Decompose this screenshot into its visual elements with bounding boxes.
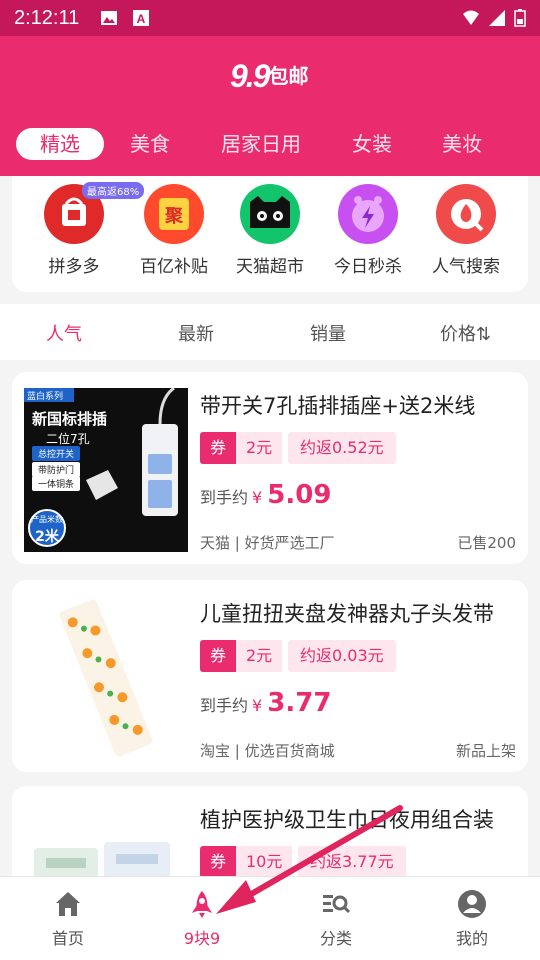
product-title: 带开关7孔插排插座+送2米线 [200, 394, 476, 418]
coupon-value: 2元 [236, 432, 283, 464]
logo-text: 包邮 [268, 66, 309, 88]
product-image-hair-band [24, 596, 188, 760]
price-value: 3.77 [267, 688, 332, 718]
tab-featured[interactable]: 精选 [16, 128, 104, 160]
nav-label: 9块9 [183, 929, 221, 948]
sort-bar: 人气 最新 销量 价格⇅ [0, 304, 540, 360]
thumb-feature: 带防护门 [32, 462, 81, 477]
price: 到手约 ¥ 5.09 [200, 480, 331, 510]
sold-count: 已售200 [457, 534, 516, 552]
currency-symbol: ¥ [252, 696, 263, 715]
status-time: 2:12:11 [14, 7, 80, 29]
tab-food[interactable]: 美食 [120, 128, 180, 160]
coupon-label: 券 [200, 432, 236, 464]
text-notification-icon: A [133, 10, 149, 26]
coupon-tag: 券 10元 [200, 846, 293, 878]
thumb-feature: 一体铜条 [32, 476, 81, 491]
price: 到手约 ¥ 3.77 [200, 688, 331, 718]
price-label: 到手约 [200, 488, 249, 507]
quick-label: 拼多多 [48, 257, 100, 277]
shop-info: 淘宝 | 优选百货商城 [200, 742, 335, 760]
nav-label: 分类 [319, 929, 352, 948]
nav-label: 我的 [455, 929, 488, 948]
tab-household[interactable]: 居家日用 [214, 128, 308, 160]
subsidy-icon: 聚 [144, 184, 204, 244]
thumb-length-value: 2米 [35, 529, 59, 545]
price-label: 到手约 [200, 696, 249, 715]
quick-label: 今日秒杀 [334, 257, 402, 277]
thumb-subtitle: 二位7孔 [46, 432, 90, 446]
thumb-feature: 总控开关 [32, 446, 81, 461]
new-arrival-tag: 新品上架 [455, 742, 516, 760]
svg-text:A: A [137, 12, 146, 26]
sort-price[interactable]: 价格⇅ [440, 320, 491, 346]
coupon-tag: 券 2元 [200, 432, 283, 464]
quick-hot-search[interactable]: 人气搜索 [416, 184, 516, 277]
signal-icon [489, 10, 505, 26]
coupon-label: 券 [200, 640, 236, 672]
currency-symbol: ¥ [252, 488, 263, 507]
rebate-tag: 约返0.52元 [288, 432, 396, 464]
shop-info: 天猫 | 好货严选工厂 [200, 534, 335, 552]
thumb-length-label: 产品米数 [31, 515, 63, 524]
nav-nine-nine[interactable]: 9块9 [152, 889, 252, 949]
quick-tmall[interactable]: 天猫超市 [220, 184, 320, 277]
sort-newest[interactable]: 最新 [178, 320, 214, 346]
image-notification-icon [101, 11, 117, 25]
rebate-tag: 约返0.03元 [288, 640, 396, 672]
hot-search-icon [436, 184, 496, 244]
sort-popular[interactable]: 人气 [46, 320, 82, 346]
profile-icon [458, 890, 486, 918]
rocket-icon [192, 891, 212, 918]
nav-label: 首页 [51, 929, 84, 948]
price-value: 5.09 [267, 480, 332, 510]
status-bar: 2:12:11 A [0, 0, 540, 36]
tmall-icon [240, 184, 300, 244]
category-tabs: 精选 美食 居家日用 女装 美妆 [0, 128, 540, 164]
coupon-label: 券 [200, 846, 236, 878]
category-search-icon [323, 895, 351, 914]
quick-label: 人气搜索 [432, 257, 500, 277]
flash-sale-icon [338, 184, 398, 244]
logo-number: 9.9 [230, 58, 271, 94]
thumb-series-tag: 蓝白系列 [27, 392, 64, 402]
nav-home[interactable]: 首页 [18, 889, 118, 949]
product-card[interactable]: 蓝白系列 新国标排插 二位7孔 总控开关 带防护门 一体铜条 产品米数 2米 带… [12, 372, 528, 564]
quick-label: 天猫超市 [236, 257, 304, 277]
thumb-title: 新国标排插 [32, 410, 108, 428]
product-title: 植护医护级卫生巾日夜用组合装 [200, 808, 494, 832]
bottom-navigation: 首页 9块9 分类 我的 [0, 876, 540, 960]
tab-beauty[interactable]: 美妆 [432, 128, 492, 160]
wifi-icon [463, 10, 479, 25]
app-logo: 9.9包邮 [230, 58, 308, 95]
header: 9.9包邮 精选 美食 居家日用 女装 美妆 [0, 36, 540, 176]
nav-profile[interactable]: 我的 [422, 889, 522, 949]
product-image-power-strip: 蓝白系列 新国标排插 二位7孔 总控开关 带防护门 一体铜条 产品米数 2米 [24, 386, 188, 552]
quick-pinduoduo[interactable]: 最高返68% 拼多多 [24, 182, 145, 277]
quick-links-card: 最高返68% 拼多多 聚 百亿补贴 天猫超市 今日秒杀 人气搜索 [12, 176, 528, 292]
quick-label: 百亿补贴 [140, 257, 208, 277]
quick-subsidy[interactable]: 聚 百亿补贴 [124, 184, 224, 277]
quick-flash-sale[interactable]: 今日秒杀 [318, 184, 418, 277]
nav-category[interactable]: 分类 [286, 889, 386, 949]
product-card[interactable]: 儿童扭扭夹盘发神器丸子头发带 券 2元 约返0.03元 到手约 ¥ 3.77 淘宝… [12, 580, 528, 772]
battery-icon [514, 9, 526, 27]
subsidy-glyph: 聚 [164, 206, 184, 227]
product-title: 儿童扭扭夹盘发神器丸子头发带 [200, 602, 494, 626]
coupon-tag: 券 2元 [200, 640, 283, 672]
coupon-value: 2元 [236, 640, 283, 672]
rebate-tag: 约返3.77元 [298, 846, 406, 878]
home-icon [56, 892, 80, 916]
sort-sales[interactable]: 销量 [310, 320, 346, 346]
coupon-value: 10元 [236, 846, 293, 878]
tab-womens-clothing[interactable]: 女装 [342, 128, 402, 160]
